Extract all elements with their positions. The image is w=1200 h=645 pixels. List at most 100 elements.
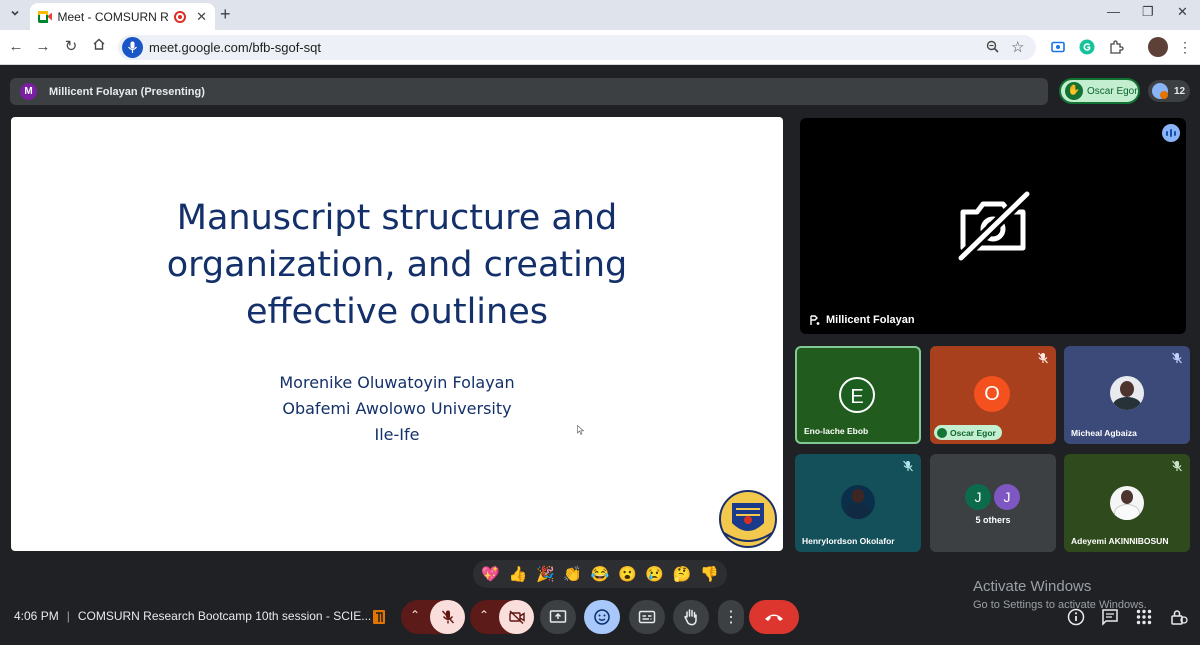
reaction-thinking-button[interactable]: 🤔 (673, 565, 692, 583)
close-tab-icon[interactable]: ✕ (196, 9, 207, 25)
meet-window: M Millicent Folayan (Presenting) ✋ Oscar… (0, 66, 1200, 645)
camera-options-chevron-icon[interactable]: ⌃ (479, 608, 489, 622)
speaking-audio-icon (1162, 124, 1180, 142)
others-count-label: 5 others (975, 515, 1011, 525)
hang-up-icon (765, 614, 783, 621)
zoom-icon[interactable] (986, 40, 999, 56)
forward-icon[interactable]: → (33, 37, 53, 57)
grammarly-icon[interactable] (1079, 39, 1095, 55)
more-options-icon[interactable]: ⋮ (1178, 39, 1194, 55)
recording-icon (174, 10, 187, 23)
muted-mic-icon (1170, 459, 1184, 473)
participant-tile[interactable]: Micheal Agbaiza (1064, 346, 1190, 444)
more-vert-icon: ⋮ (723, 609, 739, 626)
mic-toggle-button[interactable] (430, 600, 465, 634)
participant-tile[interactable]: Henrylordson Okolafor (795, 454, 921, 552)
extensions-puzzle-icon[interactable] (1108, 39, 1124, 55)
microphone-control-group: ⌃ (401, 600, 465, 634)
home-icon[interactable] (89, 37, 109, 57)
participant-avatar: O (974, 376, 1010, 412)
presenter-name-label: Millicent Folayan (809, 314, 915, 326)
participant-photo (841, 485, 875, 519)
screen-share-extension-icon[interactable] (1050, 39, 1066, 55)
meeting-details-icon[interactable] (1067, 608, 1085, 626)
profile-avatar[interactable] (1148, 37, 1168, 57)
tab-search-chevron-icon[interactable] (5, 5, 25, 25)
camera-off-small-icon (508, 610, 525, 625)
participant-name: Henrylordson Okolafor (802, 536, 895, 546)
reaction-heart-button[interactable]: 💖 (481, 565, 500, 583)
slide-author: Morenike Oluwatoyin Folayan Obafemi Awol… (279, 373, 515, 444)
activate-windows-title: Activate Windows (973, 578, 1092, 595)
captions-button[interactable] (629, 600, 665, 634)
leave-call-button[interactable] (749, 600, 799, 634)
activities-grid-icon[interactable] (1135, 608, 1153, 626)
reaction-thumbs-down-button[interactable]: 👎 (700, 565, 719, 583)
camera-off-icon (957, 190, 1031, 262)
reactions-bar: 💖 👍 🎉 👏 😂 😮 😢 🤔 👎 (473, 560, 727, 588)
host-lock-icon[interactable] (1170, 608, 1188, 626)
present-screen-button[interactable] (540, 600, 576, 634)
presenting-label: Millicent Folayan (Presenting) (49, 85, 205, 98)
presentation-slide: Manuscript structure and organization, a… (11, 117, 783, 551)
mic-in-use-icon[interactable] (122, 37, 143, 58)
participant-tile[interactable]: Adeyemi AKINNIBOSUN (1064, 454, 1190, 552)
reload-icon[interactable]: ↻ (61, 37, 81, 57)
mouse-cursor-icon (577, 425, 585, 435)
participant-tile[interactable]: E Eno-lache Ebob (795, 346, 921, 444)
clock-time: 4:06 PM (14, 609, 59, 623)
meeting-title: COMSURN Research Bootcamp 10th session -… (77, 609, 372, 623)
new-tab-icon[interactable]: + (220, 4, 231, 25)
muted-mic-icon (1036, 351, 1050, 365)
participant-name: Micheal Agbaiza (1071, 428, 1137, 438)
muted-mic-icon (901, 459, 915, 473)
participant-name: Adeyemi AKINNIBOSUN (1071, 536, 1169, 546)
muted-mic-icon (1170, 351, 1184, 365)
reaction-thumbs-up-button[interactable]: 👍 (509, 565, 528, 583)
reaction-laugh-button[interactable]: 😂 (591, 565, 610, 583)
raise-hand-icon (684, 609, 697, 626)
slide-title: Manuscript structure and organization, a… (166, 198, 628, 332)
participants-chip[interactable]: 12 (1148, 80, 1190, 102)
address-bar[interactable]: meet.google.com/bfb-sgof-sqt ☆ (118, 35, 1036, 60)
university-crest-logo (719, 490, 777, 548)
reaction-clap-button[interactable]: 👏 (563, 565, 582, 583)
minimize-icon[interactable]: — (1107, 4, 1120, 19)
reaction-sad-button[interactable]: 😢 (645, 565, 664, 583)
browser-tab-bar: Meet - COMSURN Research ✕ + — ❐ ✕ (0, 0, 1200, 30)
participant-name: Oscar Egor (950, 427, 996, 438)
bookmark-star-icon[interactable]: ☆ (1011, 38, 1024, 56)
reaction-surprised-button[interactable]: 😮 (618, 565, 637, 583)
mic-options-chevron-icon[interactable]: ⌃ (410, 608, 420, 622)
participant-avatar: J (965, 484, 991, 510)
present-screen-icon (549, 610, 567, 623)
participant-tile[interactable]: O Oscar Egor (930, 346, 1056, 444)
presenter-avatar: M (20, 83, 37, 100)
more-options-button[interactable]: ⋮ (718, 600, 744, 634)
participant-avatar: J (994, 484, 1020, 510)
url-text: meet.google.com/bfb-sgof-sqt (149, 40, 321, 55)
bottom-control-bar: 4:06 PM | COMSURN Research Bootcamp 10th s… (0, 600, 1200, 645)
raise-hand-button[interactable] (673, 600, 709, 634)
presenting-bar: M Millicent Folayan (Presenting) (10, 78, 1048, 105)
camera-toggle-button[interactable] (499, 600, 534, 634)
reactions-button[interactable] (584, 600, 620, 634)
participant-photo (1110, 486, 1144, 520)
others-tile[interactable]: J J 5 others (930, 454, 1056, 552)
back-icon[interactable]: ← (6, 37, 26, 57)
participant-photo (1110, 376, 1144, 410)
chat-icon[interactable] (1101, 608, 1119, 626)
participant-count: 12 (1174, 85, 1186, 97)
raised-hand-chip[interactable]: ✋ Oscar Egor (1059, 78, 1140, 104)
browser-tab[interactable]: Meet - COMSURN Research ✕ (30, 3, 215, 30)
participant-name: Eno-lache Ebob (804, 426, 869, 436)
participants-avatars-icon (1152, 83, 1168, 99)
raised-hand-icon: ✋ (1065, 82, 1083, 100)
tab-title: Meet - COMSURN Research (57, 9, 169, 24)
close-window-icon[interactable]: ✕ (1177, 4, 1188, 20)
captions-icon (638, 610, 656, 624)
host-controls-icon[interactable] (368, 604, 390, 630)
restore-icon[interactable]: ❐ (1142, 4, 1154, 20)
presenter-video-tile[interactable]: Millicent Folayan (800, 118, 1186, 334)
reaction-party-button[interactable]: 🎉 (536, 565, 555, 583)
